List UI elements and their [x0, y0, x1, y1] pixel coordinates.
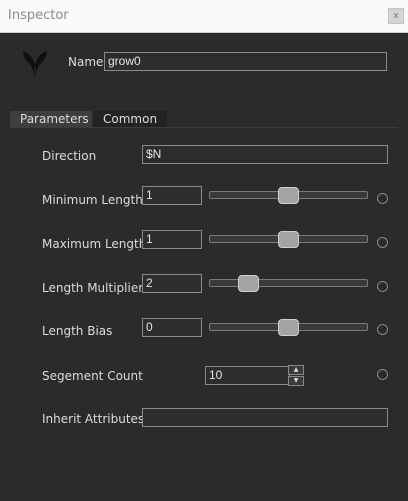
- minimum-length-label: Minimum Length: [42, 193, 143, 207]
- inspector-panel: [0, 33, 408, 501]
- minimum-length-slider-handle[interactable]: [278, 187, 299, 204]
- maximum-length-radio[interactable]: [377, 237, 388, 248]
- maximum-length-slider-handle[interactable]: [278, 231, 299, 248]
- inherit-attributes-label: Inherit Attributes: [42, 412, 145, 426]
- length-bias-input[interactable]: 0: [142, 318, 202, 337]
- title-bar: Inspector x: [0, 0, 408, 33]
- segment-count-spinner: ▲ ▼: [288, 365, 304, 386]
- segment-count-radio[interactable]: [377, 369, 388, 380]
- length-bias-radio[interactable]: [377, 324, 388, 335]
- length-multiplier-label: Length Multiplier: [42, 281, 144, 295]
- minimum-length-input[interactable]: 1: [142, 186, 202, 205]
- direction-label: Direction: [42, 149, 97, 163]
- inherit-attributes-input[interactable]: [142, 408, 388, 427]
- length-bias-label: Length Bias: [42, 324, 113, 338]
- window-title: Inspector: [8, 8, 69, 23]
- name-label: Name: [68, 55, 104, 69]
- length-multiplier-input[interactable]: 2: [142, 274, 202, 293]
- segment-count-label: Segement Count: [42, 369, 143, 383]
- spin-up-button[interactable]: ▲: [288, 365, 304, 375]
- direction-input[interactable]: $N: [142, 145, 388, 164]
- maximum-length-input[interactable]: 1: [142, 230, 202, 249]
- length-bias-slider-handle[interactable]: [278, 319, 299, 336]
- maximum-length-label: Maximum Length: [42, 237, 147, 251]
- spin-down-button[interactable]: ▼: [288, 376, 304, 386]
- length-multiplier-slider-handle[interactable]: [238, 275, 259, 292]
- tab-divider: [10, 127, 398, 128]
- name-input[interactable]: grow0: [104, 52, 387, 71]
- tab-parameters[interactable]: Parameters: [10, 111, 92, 127]
- tab-common[interactable]: Common: [93, 111, 167, 127]
- close-button[interactable]: x: [388, 8, 404, 24]
- segment-count-input[interactable]: 10: [205, 366, 290, 385]
- minimum-length-radio[interactable]: [377, 193, 388, 204]
- length-multiplier-radio[interactable]: [377, 281, 388, 292]
- length-multiplier-slider-track[interactable]: [209, 279, 368, 287]
- leaf-icon: [23, 51, 47, 83]
